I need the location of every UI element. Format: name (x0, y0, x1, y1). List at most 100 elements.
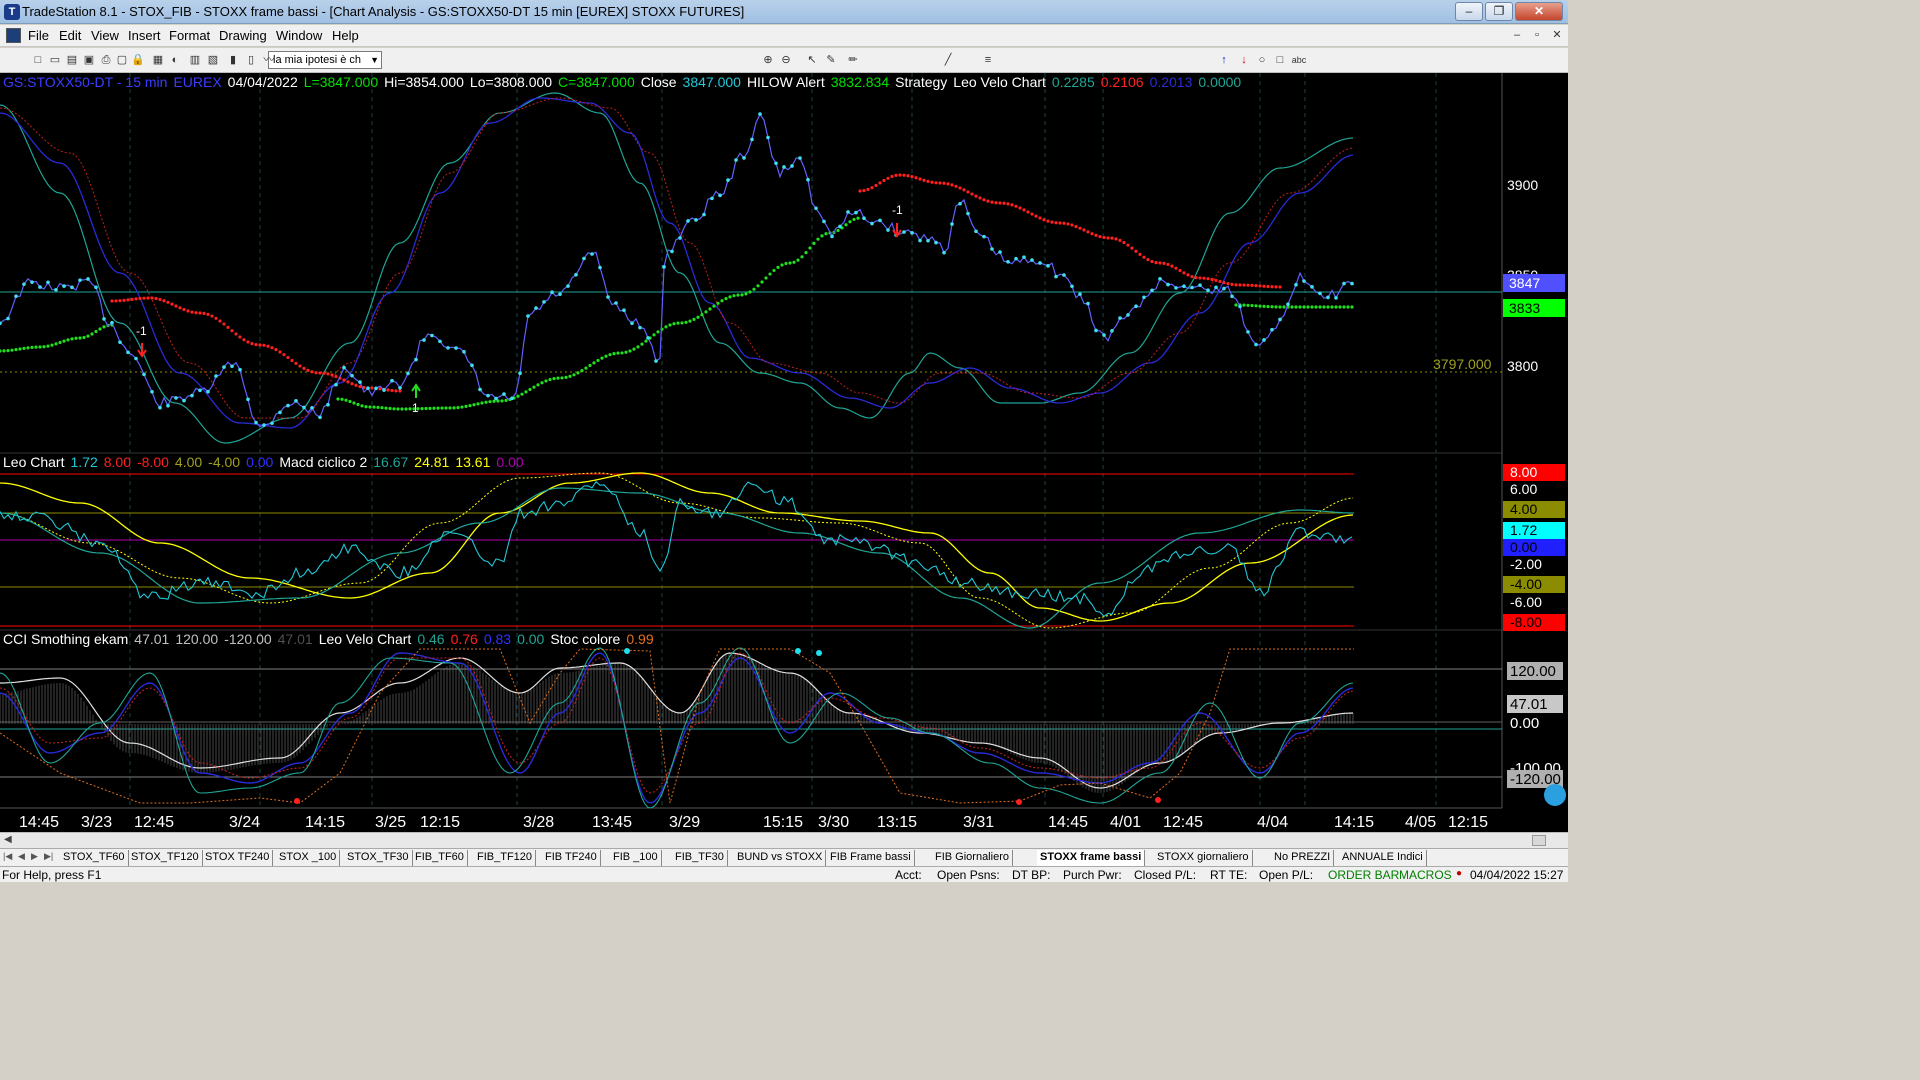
menu-help[interactable]: Help (332, 28, 359, 43)
menu-drawing[interactable]: Drawing (219, 28, 267, 43)
sheet-tab[interactable]: STOX TF240 (202, 850, 274, 866)
close-button[interactable]: ✕ (1515, 2, 1563, 21)
sheet-tab[interactable]: STOX_TF30 (344, 850, 413, 866)
sheet-tab[interactable]: STOXX giornaliero (1154, 850, 1253, 866)
sheet-tab[interactable]: STOXX frame bassi (1037, 850, 1146, 866)
chart-analysis-window[interactable]: -11-1390038503800384738333797.0008.006.0… (0, 73, 1568, 832)
scroll-left-icon[interactable]: ◀ (4, 834, 12, 845)
price-bar-dot (694, 218, 698, 222)
sheet-tab[interactable]: ANNUALE Indici (1339, 850, 1427, 866)
sheet-tab[interactable]: STOX _100 (276, 850, 341, 866)
hilow-red-dot (1246, 283, 1250, 287)
color-icon[interactable]: ◐ (167, 52, 183, 68)
hilow-green-dot (656, 330, 660, 334)
hilow-green-dot (720, 299, 724, 303)
chart-window-icon[interactable]: ▦ (150, 52, 166, 68)
minimize-button[interactable]: ‒ (1455, 2, 1483, 21)
menu-window[interactable]: Window (276, 28, 322, 43)
rectangle-icon[interactable]: □ (1272, 52, 1288, 68)
workspace-combo[interactable]: la mia ipotesi è ch ▼ (268, 51, 382, 69)
hilow-green-dot (1330, 305, 1334, 309)
price-bar-dot (1294, 282, 1298, 287)
open-workspace-icon[interactable]: ▤ (64, 52, 80, 68)
new-icon[interactable]: □ (30, 52, 46, 68)
order-bar-button[interactable]: ORDER BAR (1328, 868, 1399, 882)
trendline-icon[interactable]: ╱ (940, 52, 956, 68)
sheet-tab[interactable]: FIB _100 (610, 850, 662, 866)
open-icon[interactable]: ▭ (47, 52, 63, 68)
price-legend-item: 0.2285 (1051, 74, 1095, 90)
sheet-tab[interactable]: FIB TF240 (542, 850, 601, 866)
insert-indicator-icon[interactable]: ▥ (187, 52, 203, 68)
hilow-red-dot (1206, 277, 1210, 281)
buy-signal-label: 1 (412, 401, 419, 415)
hilow-green-dot (468, 403, 472, 408)
price-bar-dot (70, 285, 74, 290)
sheet-tab[interactable]: BUND vs STOXX (734, 850, 827, 866)
price-bar-dot (950, 222, 954, 226)
scroll-thumb[interactable] (1532, 835, 1546, 846)
hilow-red-dot (394, 389, 398, 393)
hilow-green-dot (444, 406, 448, 410)
remote-support-icon (1544, 784, 1566, 806)
chart-canvas[interactable]: -11-1390038503800384738333797.0008.006.0… (0, 73, 1568, 832)
arrow-up-icon[interactable]: ↑ (1216, 52, 1232, 68)
save-icon[interactable]: ▣ (81, 52, 97, 68)
menu-format[interactable]: Format (169, 28, 210, 43)
hilow-red-dot (226, 325, 230, 329)
hilow-red-dot (182, 307, 186, 312)
ellipse-icon[interactable]: ○ (1254, 52, 1270, 68)
sheet-tab[interactable]: No PREZZI (1271, 850, 1335, 866)
hilow-green-dot (368, 405, 372, 409)
zoom-out-icon[interactable]: ⊖ (778, 52, 794, 68)
print-icon[interactable]: ⎙ (98, 52, 114, 68)
mdi-restore-button[interactable]: ▫ (1528, 28, 1546, 44)
text-icon[interactable]: abc (1288, 52, 1310, 68)
menu-view[interactable]: View (91, 28, 119, 43)
price-bar-dot (358, 380, 362, 384)
sheet-tab[interactable]: FIB_TF120 (474, 850, 537, 866)
hilow-green-dot (1306, 305, 1310, 309)
mdi-minimize-button[interactable]: ‒ (1508, 28, 1526, 44)
candle-icon[interactable]: ▯ (243, 52, 259, 68)
price-legend-item: Close (640, 74, 677, 90)
chart-scrollbar[interactable]: ◀ (0, 832, 1568, 848)
sheet-tab[interactable]: STOX_TF60 (60, 850, 129, 866)
hilow-green-dot (1262, 304, 1266, 308)
chart-window-icon[interactable] (6, 28, 21, 43)
menu-insert[interactable]: Insert (128, 28, 161, 43)
line-chart-icon[interactable]: 〰 (261, 52, 277, 68)
arrow-down-icon[interactable]: ↓ (1236, 52, 1252, 68)
sheet-tab[interactable]: STOX_TF120 (128, 850, 203, 866)
bar-chart-icon[interactable]: ▮ (225, 52, 241, 68)
sheet-tab[interactable]: FIB_TF30 (672, 850, 728, 866)
sheet-tab[interactable]: FIB Frame bassi (827, 850, 915, 866)
tab-next-icon[interactable]: ▶ (31, 851, 38, 862)
hilow-red-dot (1074, 224, 1078, 229)
price-bar-dot (1086, 301, 1090, 306)
sheet-tab[interactable]: FIB_TF60 (412, 850, 468, 866)
menu-file[interactable]: File (28, 28, 49, 43)
drawing-icon[interactable]: ✏ (845, 52, 861, 68)
tab-prev-icon[interactable]: ◀ (18, 851, 25, 862)
price-bar-dot (622, 308, 626, 313)
preview-icon[interactable]: ▢ (114, 52, 130, 68)
fib-icon[interactable]: ≡ (980, 52, 996, 68)
zoom-in-icon[interactable]: ⊕ (760, 52, 776, 68)
tab-last-icon[interactable]: ▶| (44, 851, 53, 862)
price-bar-dot (14, 294, 18, 299)
tool-icon[interactable]: ✎ (823, 52, 839, 68)
price-bar-dot (118, 340, 122, 345)
lock-icon[interactable]: 🔒 (130, 52, 146, 68)
pointer-icon[interactable]: ↖ (804, 52, 820, 68)
restore-button[interactable]: ❐ (1485, 2, 1513, 21)
mdi-close-button[interactable]: ✕ (1548, 28, 1566, 44)
tab-first-icon[interactable]: |◀ (3, 851, 12, 862)
hilow-green-dot (800, 255, 804, 259)
price-pane-legend: GS:STOXX50-DT - 15 min EUREX 04/04/2022 L=3… (3, 74, 1247, 90)
price-bar-dot (1038, 261, 1042, 265)
macros-button[interactable]: MACROS (1399, 868, 1452, 882)
sheet-tab[interactable]: FIB Giornaliero (932, 850, 1013, 866)
format-icon[interactable]: ▧ (205, 52, 221, 68)
menu-edit[interactable]: Edit (59, 28, 81, 43)
